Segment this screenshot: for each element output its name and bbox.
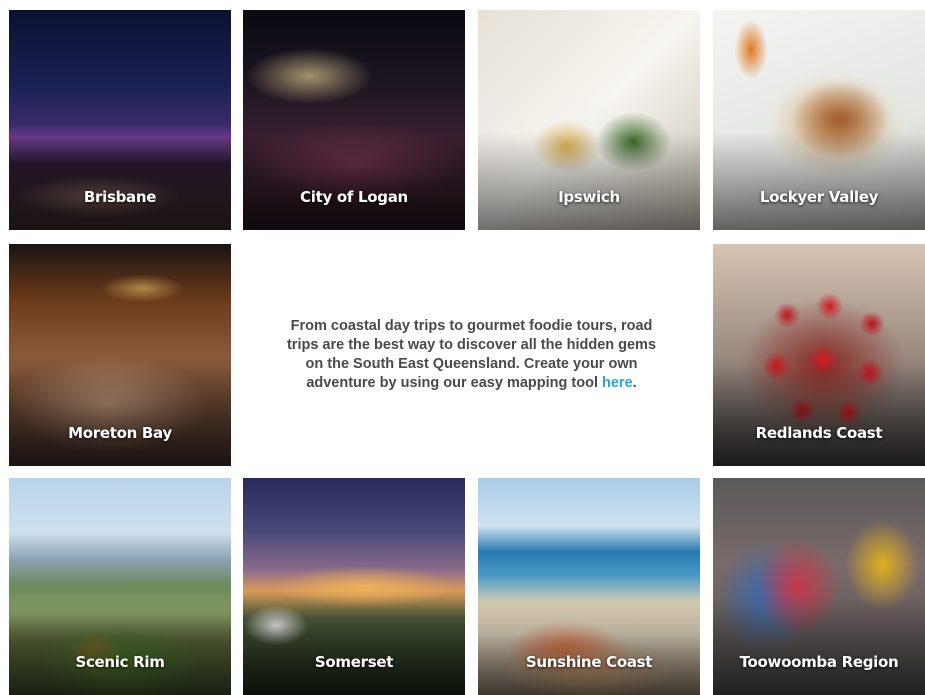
intro-trailing: . [632,375,637,391]
region-tile-toowoomba-region[interactable]: Toowoomba Region [713,478,925,695]
region-label: Scenic Rim [75,653,165,671]
region-label: City of Logan [300,188,408,206]
region-label: Brisbane [83,188,157,206]
region-tile-brisbane[interactable]: Brisbane [9,10,231,230]
region-label: Ipswich [558,188,620,206]
region-label: Lockyer Valley [759,188,879,206]
region-label: Sunshine Coast [525,653,653,671]
intro-text-block: From coastal day trips to gourmet foodie… [243,244,700,466]
region-tile-scenic-rim[interactable]: Scenic Rim [9,478,231,695]
region-tile-sunshine-coast[interactable]: Sunshine Coast [478,478,700,695]
mapping-tool-link[interactable]: here [602,375,633,391]
region-tile-city-of-logan[interactable]: City of Logan [243,10,465,230]
intro-paragraph: From coastal day trips to gourmet foodie… [282,317,662,393]
region-label: Moreton Bay [68,424,172,442]
intro-text: From coastal day trips to gourmet foodie… [286,318,657,391]
region-tile-redlands-coast[interactable]: Redlands Coast [713,244,925,466]
region-label: Redlands Coast [755,424,883,442]
region-tile-lockyer-valley[interactable]: Lockyer Valley [713,10,925,230]
region-tile-moreton-bay[interactable]: Moreton Bay [9,244,231,466]
region-tile-somerset[interactable]: Somerset [243,478,465,695]
region-label: Somerset [314,653,394,671]
region-tile-ipswich[interactable]: Ipswich [478,10,700,230]
region-label: Toowoomba Region [739,653,899,671]
